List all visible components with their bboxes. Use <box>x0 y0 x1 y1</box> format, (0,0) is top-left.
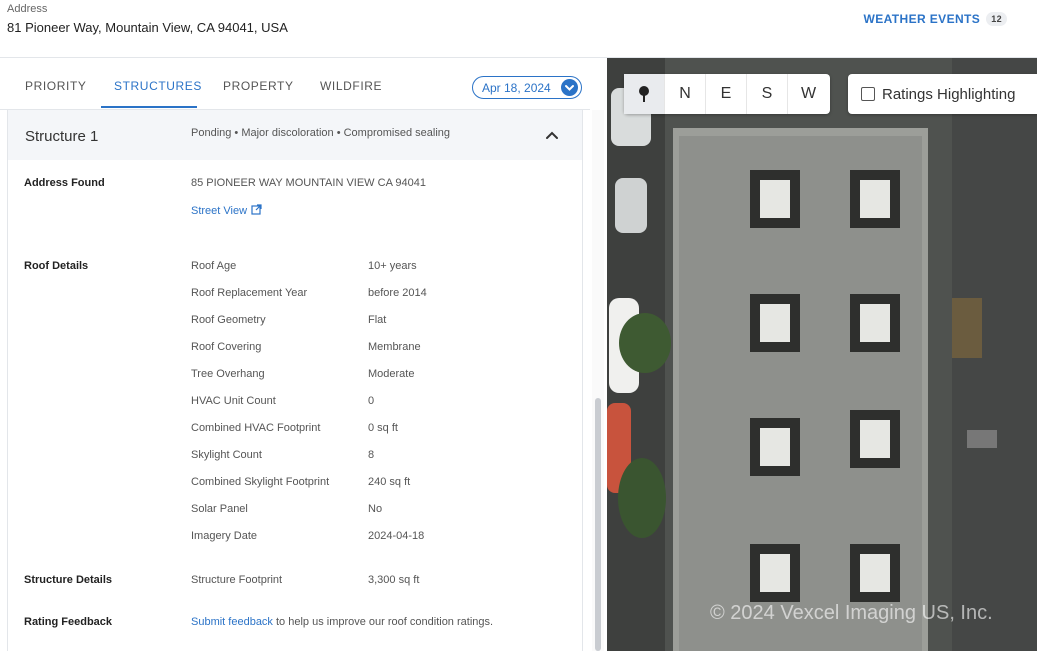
details-panel: PRIORITY STRUCTURES PROPERTY WILDFIRE Ap… <box>0 58 606 651</box>
roof-replacement-year-value: before 2014 <box>368 287 427 299</box>
compass-south-button[interactable]: S <box>747 74 788 114</box>
combined-hvac-footprint-label: Combined HVAC Footprint <box>191 422 321 434</box>
rating-feedback-label: Rating Feedback <box>24 616 113 628</box>
structure-footprint-value: 3,300 sq ft <box>368 574 420 586</box>
skylight-count-label: Skylight Count <box>191 449 262 461</box>
header: Address 81 Pioneer Way, Mountain View, C… <box>0 0 1037 58</box>
solar-panel-value: No <box>368 503 383 515</box>
roof-age-label: Roof Age <box>191 260 237 272</box>
structure-footprint-label: Structure Footprint <box>191 574 283 586</box>
ratings-highlighting-toggle[interactable]: Ratings Highlighting <box>848 74 1037 114</box>
weather-events-count-badge: 12 <box>986 12 1007 26</box>
compass-east-button[interactable]: E <box>706 74 747 114</box>
aerial-roof-image <box>607 58 1037 651</box>
external-link-icon <box>251 204 262 218</box>
tree-overhang-value: Moderate <box>368 368 415 380</box>
address-value: 81 Pioneer Way, Mountain View, CA 94041,… <box>7 20 288 35</box>
structure-title: Structure 1 <box>25 128 99 145</box>
solar-panel-label: Solar Panel <box>191 503 248 515</box>
imagery-date-label: Imagery Date <box>191 530 258 542</box>
active-tab-indicator <box>101 106 197 108</box>
feedback-description: to help us improve our roof condition ra… <box>272 616 494 628</box>
compass-north-button[interactable]: N <box>665 74 706 114</box>
tab-priority[interactable]: PRIORITY <box>25 79 86 93</box>
structure-details-label: Structure Details <box>24 574 113 586</box>
hvac-unit-count-label: HVAC Unit Count <box>191 395 276 407</box>
compass-west-button[interactable]: W <box>788 74 829 114</box>
roof-details-label: Roof Details <box>24 260 89 272</box>
tab-wildfire[interactable]: WILDFIRE <box>320 79 382 93</box>
hvac-unit-count-value: 0 <box>368 395 375 407</box>
chevron-up-icon[interactable] <box>543 126 561 144</box>
structure-card: Structure 1 Ponding • Major discoloratio… <box>7 110 583 651</box>
tab-bar: PRIORITY STRUCTURES PROPERTY WILDFIRE Ap… <box>0 58 590 110</box>
map-pin-icon[interactable] <box>624 74 665 114</box>
weather-events-label: WEATHER EVENTS <box>863 12 981 26</box>
address-found-label: Address Found <box>24 177 105 189</box>
chevron-down-icon <box>561 79 578 96</box>
roof-replacement-year-label: Roof Replacement Year <box>191 287 308 299</box>
compass-controls: N E S W <box>624 74 830 114</box>
aerial-map[interactable]: N E S W Ratings Highlighting © 2024 Vexc… <box>607 58 1037 651</box>
tree-overhang-label: Tree Overhang <box>191 368 265 380</box>
combined-skylight-footprint-label: Combined Skylight Footprint <box>191 476 330 488</box>
street-view-label: Street View <box>191 205 248 217</box>
address-found-value: 85 PIONEER WAY MOUNTAIN VIEW CA 94041 <box>191 177 426 189</box>
submit-feedback-link[interactable]: Submit feedback <box>191 616 273 628</box>
street-view-link[interactable]: Street View <box>191 204 262 218</box>
tab-property[interactable]: PROPERTY <box>223 79 294 93</box>
imagery-watermark: © 2024 Vexcel Imaging US, Inc. <box>710 602 993 624</box>
roof-geometry-label: Roof Geometry <box>191 314 266 326</box>
weather-events-button[interactable]: WEATHER EVENTS 12 <box>863 12 1007 26</box>
roof-age-value: 10+ years <box>368 260 417 272</box>
combined-hvac-footprint-value: 0 sq ft <box>368 422 398 434</box>
structure-summary: Ponding • Major discoloration • Compromi… <box>191 127 450 139</box>
ratings-highlighting-label: Ratings Highlighting <box>882 85 1016 103</box>
imagery-date-value: 2024-04-18 <box>368 530 425 542</box>
roof-covering-value: Membrane <box>368 341 421 353</box>
roof-geometry-value: Flat <box>368 314 387 326</box>
date-selector[interactable]: Apr 18, 2024 <box>472 76 582 99</box>
rating-feedback-text: Submit feedback to help us improve our r… <box>191 616 493 628</box>
skylight-count-value: 8 <box>368 449 375 461</box>
combined-skylight-footprint-value: 240 sq ft <box>368 476 411 488</box>
roof-covering-label: Roof Covering <box>191 341 262 353</box>
address-label: Address <box>7 3 48 15</box>
date-selector-value: Apr 18, 2024 <box>482 80 551 95</box>
ratings-highlighting-checkbox[interactable] <box>861 87 875 101</box>
tab-structures[interactable]: STRUCTURES <box>114 79 202 93</box>
structure-card-header[interactable]: Structure 1 Ponding • Major discoloratio… <box>8 110 582 160</box>
scrollbar-thumb[interactable] <box>595 398 601 651</box>
